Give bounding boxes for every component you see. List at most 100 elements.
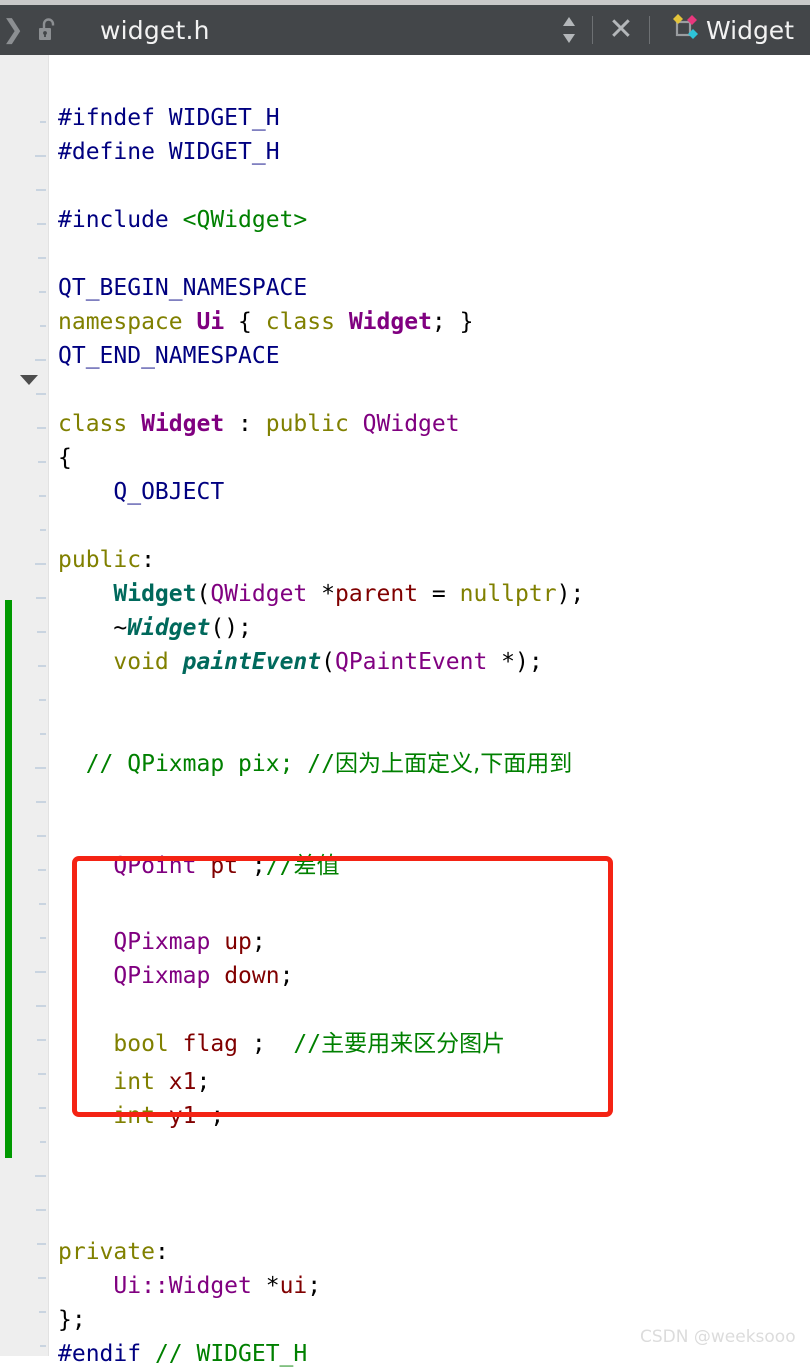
code-token: Ui::Widget xyxy=(113,1273,252,1299)
line-number-mark xyxy=(37,1243,46,1245)
code-token: namespace xyxy=(58,309,197,335)
code-line: ~Widget(); xyxy=(58,611,252,645)
code-token: class xyxy=(58,411,142,437)
line-number-mark xyxy=(35,155,46,157)
code-line: #define WIDGET_H xyxy=(58,135,280,169)
line-number-mark xyxy=(39,903,46,905)
code-token: *); xyxy=(487,649,543,675)
code-line: int x1; xyxy=(58,1065,210,1099)
code-token: QWidget xyxy=(362,411,460,437)
unlocked-padlock-icon[interactable] xyxy=(26,5,70,55)
code-line: #include <QWidget> xyxy=(58,203,307,237)
split-updown-icon[interactable] xyxy=(552,5,586,55)
line-number-mark xyxy=(36,393,46,395)
code-token: // WIDGET_H xyxy=(154,1341,308,1367)
editor-titlebar: ❯ widget.h ✕ Widget xyxy=(0,5,810,55)
code-token: Ui xyxy=(196,309,225,335)
code-token: x1 xyxy=(168,1069,197,1095)
line-number-mark xyxy=(36,189,46,191)
code-token: : xyxy=(224,411,266,437)
code-token: : xyxy=(141,547,155,573)
code-token: 因为上面定义,下面用到 xyxy=(334,751,573,777)
editor-gutter[interactable] xyxy=(0,55,49,1356)
line-number-mark xyxy=(38,1073,46,1075)
line-number-mark xyxy=(35,563,46,565)
line-number-mark xyxy=(36,1209,46,1211)
code-token: public xyxy=(265,411,363,437)
line-number-mark xyxy=(37,1039,46,1041)
code-token: paintEvent xyxy=(182,649,322,675)
code-token: parent xyxy=(334,581,419,607)
line-number-mark xyxy=(40,733,46,735)
code-token: QPixmap xyxy=(113,929,211,955)
line-number-mark xyxy=(38,869,46,871)
line-number-mark xyxy=(39,495,46,497)
line-number-mark xyxy=(39,291,46,293)
code-token: private xyxy=(58,1239,155,1265)
line-number-mark xyxy=(39,1107,46,1109)
chevron-right-icon[interactable]: ❯ xyxy=(0,5,26,55)
line-number-mark xyxy=(40,529,46,531)
line-number-mark xyxy=(35,1175,46,1177)
code-editor[interactable]: #ifndef WIDGET_H #define WIDGET_H #include… xyxy=(0,55,810,1367)
code-token: up xyxy=(224,929,252,955)
code-token: 主要用来区分图片 xyxy=(321,1031,506,1057)
code-token: QWidget xyxy=(210,581,308,607)
code-token: 差值 xyxy=(293,853,340,879)
line-number-mark xyxy=(37,835,46,837)
code-token: QPaintEvent xyxy=(334,649,488,675)
line-number-mark xyxy=(36,801,46,803)
code-token: Q_OBJECT xyxy=(113,479,225,505)
code-token: ; xyxy=(279,963,294,989)
code-token: ~ xyxy=(58,615,128,641)
line-number-mark xyxy=(37,427,46,429)
line-number-mark xyxy=(35,359,46,361)
code-token: // xyxy=(265,853,294,879)
code-token: : xyxy=(154,1239,169,1265)
line-number-mark xyxy=(39,699,46,701)
code-line: QPoint pt ;//差值 xyxy=(58,849,339,883)
code-token: <QWidget> xyxy=(182,207,308,233)
close-x-icon[interactable]: ✕ xyxy=(599,5,643,55)
line-number-marks xyxy=(34,55,46,1356)
code-token: Widget xyxy=(127,615,211,641)
code-token: ; xyxy=(196,1103,225,1129)
watermark-label: CSDN @weeksooo xyxy=(640,1327,796,1347)
code-token: ui xyxy=(279,1273,308,1299)
titlebar-divider-1 xyxy=(591,16,593,44)
code-token: Widget xyxy=(113,581,197,607)
code-token: y1 xyxy=(168,1103,197,1129)
application-indicator[interactable]: Widget xyxy=(666,11,794,49)
application-name-label: Widget xyxy=(705,15,794,45)
code-token: QT_BEGIN_NAMESPACE xyxy=(58,275,308,301)
collapse-triangle-icon[interactable] xyxy=(20,375,38,385)
code-line: Q_OBJECT xyxy=(58,475,224,509)
code-token: ; xyxy=(196,1069,211,1095)
code-token: Widget xyxy=(348,309,432,335)
line-number-mark xyxy=(36,597,46,599)
code-token: = xyxy=(418,581,460,607)
code-token: * xyxy=(307,581,335,607)
code-token: (); xyxy=(210,615,252,641)
line-number-mark xyxy=(38,257,46,259)
code-token: #ifndef WIDGET_H xyxy=(58,105,280,131)
code-token: #include xyxy=(58,207,183,233)
code-line: private: xyxy=(58,1235,169,1269)
code-text-area[interactable]: #ifndef WIDGET_H #define WIDGET_H #include… xyxy=(50,55,810,1367)
code-token: * xyxy=(251,1273,280,1299)
code-token: ; } xyxy=(431,309,474,335)
line-number-mark xyxy=(40,937,46,939)
version-control-change-bar xyxy=(5,600,12,1158)
code-token: QT_END_NAMESPACE xyxy=(58,343,280,369)
line-number-mark xyxy=(39,1311,46,1313)
code-token: Widget xyxy=(141,411,225,437)
code-token: down xyxy=(224,963,280,989)
line-number-mark xyxy=(35,971,46,973)
